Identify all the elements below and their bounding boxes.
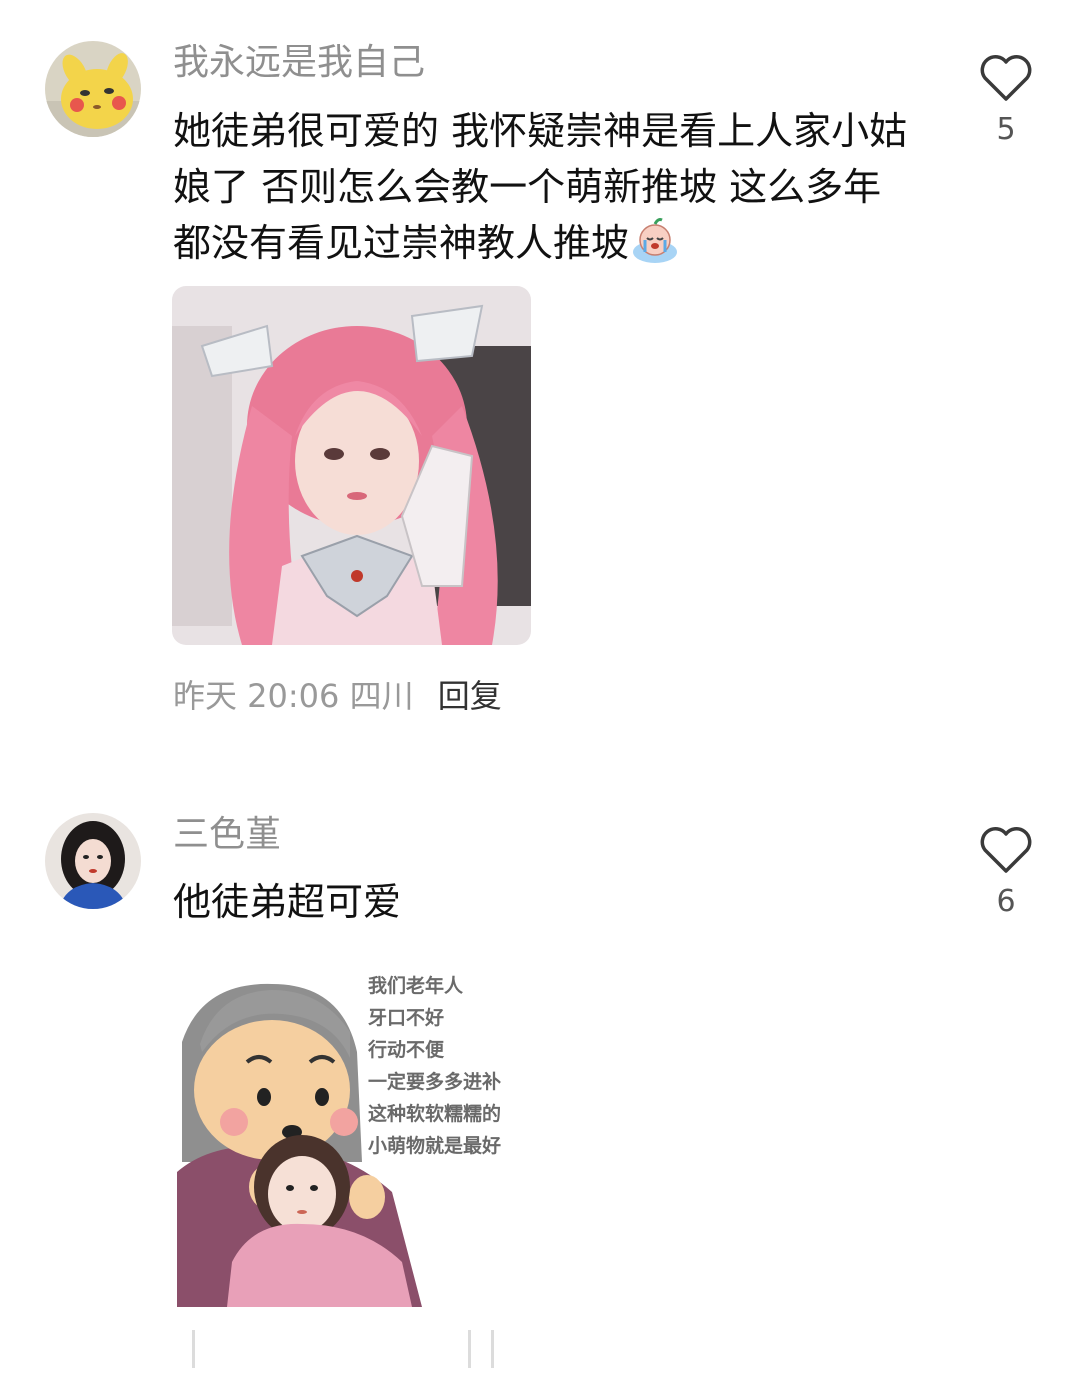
heart-icon — [980, 827, 1032, 873]
caption-line: 牙口不好 — [368, 1007, 445, 1029]
caption-line: 我们老年人 — [368, 975, 464, 997]
heart-icon — [980, 55, 1032, 101]
like-count: 5 — [996, 112, 1016, 147]
comment-text: 他徒弟超可爱 — [173, 874, 913, 930]
next-item-fragment — [468, 1330, 471, 1368]
comment-photo[interactable] — [172, 286, 531, 645]
cosplay-photo-image — [172, 286, 531, 645]
crying-face-emoji-icon — [631, 218, 679, 279]
user-avatar[interactable] — [45, 813, 141, 909]
sticker-caption: 我们老年人 牙口不好 行动不便 一定要多多进补 这种软软糯糯的 小萌物就是最好 — [368, 970, 532, 1162]
comment-body: 她徒弟很可爱的 我怀疑崇神是看上人家小姑娘了 否则怎么会教一个萌新推坡 这么多年… — [173, 109, 908, 265]
like-count: 6 — [996, 884, 1016, 919]
girl-portrait-avatar-icon — [45, 813, 141, 909]
caption-line: 一定要多多进补 — [368, 1071, 502, 1093]
caption-line: 这种软软糯糯的 — [368, 1103, 502, 1125]
like-button[interactable]: 6 — [978, 826, 1034, 920]
username[interactable]: 我永远是我自己 — [173, 41, 425, 85]
comment-text: 她徒弟很可爱的 我怀疑崇神是看上人家小姑娘了 否则怎么会教一个萌新推坡 这么多年… — [173, 103, 913, 279]
caption-line: 行动不便 — [368, 1039, 445, 1061]
comment-location: 四川 — [349, 677, 414, 715]
reply-button[interactable]: 回复 — [438, 677, 502, 715]
pikachu-avatar-icon — [45, 41, 141, 137]
like-button[interactable]: 5 — [978, 54, 1034, 148]
user-avatar[interactable] — [45, 41, 141, 137]
username[interactable]: 三色堇 — [173, 813, 281, 857]
caption-line: 小萌物就是最好 — [368, 1135, 502, 1157]
comment-meta: 昨天 20:06 四川 回复 — [173, 676, 502, 716]
comment-time: 昨天 20:06 — [173, 677, 340, 715]
comment-body: 他徒弟超可爱 — [173, 880, 402, 924]
next-item-fragment — [192, 1330, 195, 1368]
comment-sticker[interactable]: 我们老年人 牙口不好 行动不便 一定要多多进补 这种软软糯糯的 小萌物就是最好 — [172, 962, 532, 1307]
next-item-fragment — [491, 1330, 494, 1368]
